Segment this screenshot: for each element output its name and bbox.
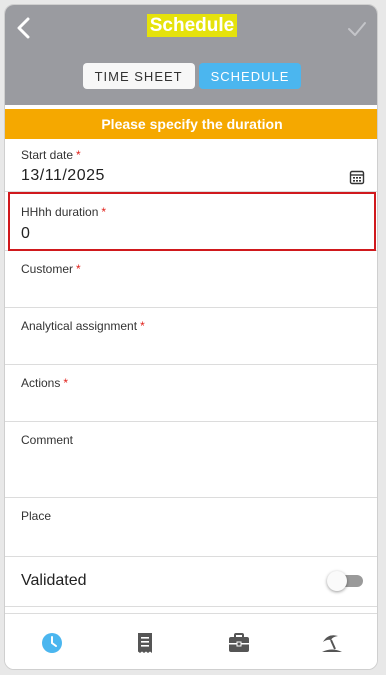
customer-field[interactable]: Customer * [5,251,377,308]
beach-umbrella-icon [322,634,343,652]
required-mark: * [101,205,107,219]
start-date-label: Start date * [21,148,81,162]
briefcase-icon [228,632,249,652]
nav-assignments[interactable] [192,614,286,669]
start-date-field[interactable]: Start date * 13/11/2025 [5,139,377,192]
duration-warning-banner: Please specify the duration [5,109,377,139]
validated-toggle[interactable] [327,571,363,591]
tab-schedule[interactable]: SCHEDULE [198,63,302,89]
duration-field[interactable]: HHhh duration * 0 [5,192,377,251]
app-screen: Schedule TIME SHEET SCHEDULE Please spec… [4,4,378,670]
validated-label: Validated [21,572,87,589]
duration-label-text: HHhh duration [21,205,99,219]
clock-icon [41,632,62,653]
tab-time-sheet[interactable]: TIME SHEET [82,63,195,89]
duration-input[interactable]: 0 [21,225,30,243]
analytical-assignment-label: Analytical assignment * [21,319,145,333]
start-date-label-text: Start date [21,148,74,162]
place-field[interactable]: Place [5,498,377,557]
page-title: Schedule [5,14,377,37]
comment-label: Comment [21,433,74,447]
check-icon [348,22,366,36]
comment-field[interactable]: Comment [5,422,377,498]
confirm-button[interactable] [345,17,369,41]
calendar-icon[interactable] [349,169,365,185]
page-title-text: Schedule [146,14,238,37]
required-mark: * [63,376,69,390]
tab-bar: TIME SHEET SCHEDULE [5,63,377,89]
analytical-assignment-field[interactable]: Analytical assignment * [5,308,377,365]
customer-label: Customer * [21,262,81,276]
required-mark: * [140,319,145,333]
actions-label: Actions * [21,376,68,390]
nav-leave[interactable] [286,614,378,669]
start-date-value[interactable]: 13/11/2025 [21,167,105,185]
receipt-icon [138,632,153,653]
app-header: Schedule TIME SHEET SCHEDULE [5,5,377,105]
actions-field[interactable]: Actions * [5,365,377,422]
nav-schedule[interactable] [5,614,99,669]
bottom-navigation [5,613,378,669]
required-mark: * [76,262,81,276]
place-label: Place [21,509,52,523]
required-mark: * [76,148,81,162]
nav-receipts[interactable] [99,614,193,669]
actions-label-text: Actions [21,376,61,390]
toggle-knob [327,571,347,591]
customer-label-text: Customer [21,262,74,276]
duration-label: HHhh duration * [21,205,106,219]
analytical-assignment-label-text: Analytical assignment [21,319,138,333]
validated-row: Validated [5,557,377,607]
